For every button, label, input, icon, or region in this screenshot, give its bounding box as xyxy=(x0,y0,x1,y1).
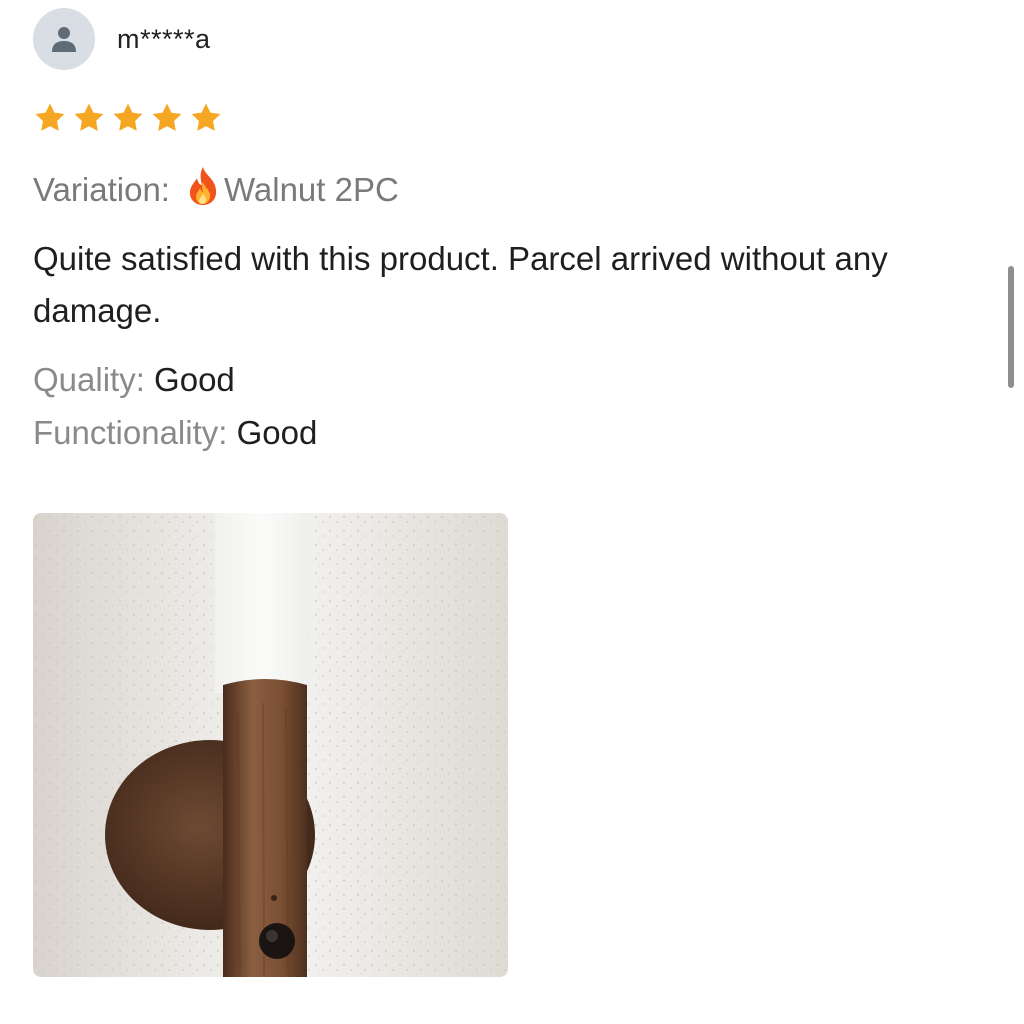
avatar xyxy=(33,8,95,70)
variation-row: Variation: Walnut 2PC xyxy=(33,166,399,214)
star-icon xyxy=(113,103,143,131)
functionality-attribute: Functionality: Good xyxy=(33,414,317,452)
variation-label: Variation: xyxy=(33,171,170,208)
star-icon xyxy=(35,103,65,131)
functionality-label: Functionality: xyxy=(33,414,228,451)
functionality-value: Good xyxy=(236,414,318,451)
variation-value: Walnut 2PC xyxy=(223,171,399,208)
quality-label: Quality: xyxy=(33,361,145,398)
review-photo[interactable] xyxy=(33,513,508,977)
star-icon xyxy=(191,103,221,131)
fire-icon xyxy=(186,166,220,214)
person-icon xyxy=(52,27,76,52)
review-card: m*****a Variation: Walnut 2PC Quite sati… xyxy=(0,0,1024,1024)
quality-value: Good xyxy=(154,361,235,398)
star-icon xyxy=(152,103,182,131)
star-icon xyxy=(74,103,104,131)
quality-attribute: Quality: Good xyxy=(33,361,235,399)
reviewer-name: m*****a xyxy=(117,23,211,54)
scrollbar[interactable] xyxy=(1008,266,1014,388)
star-rating xyxy=(33,101,223,135)
review-text: Quite satisfied with this product. Parce… xyxy=(33,240,888,329)
review-header: m*****a xyxy=(33,8,211,70)
lamp-photo-illustration xyxy=(33,513,508,977)
